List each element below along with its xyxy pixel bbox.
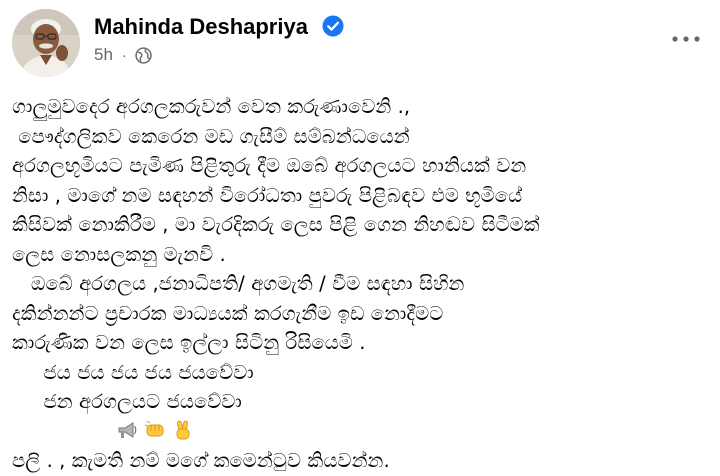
post-closing-line: පලි . , කැමති නම් මගේ කමෙන්ටුව කියවන්න. [12,449,390,472]
meta-separator: · [121,46,127,64]
post-line: ලෙස නොසලකනු මැනවි . [12,242,226,266]
more-options-icon[interactable] [670,30,702,48]
author-avatar[interactable] [12,9,80,77]
fist-emoji [144,420,164,436]
post-line: ඔබේ අරගලය ,ජනාධිපති/ අගමැති / වීම සඳහා ස… [12,272,465,295]
post-line: කාරුණික වන ලෙස ඉල්ලා සිටිනු රිසියෙමි . [12,331,366,354]
post-line: නිසා , මාගේ නම සඳහන් විරෝධතා පුවරු පිළිබ… [12,183,523,207]
post-line: ගාලුමුවදෙර අරගලකරුවන් වෙත කරුණාවෙනි ., [12,95,411,118]
verified-badge-icon [322,15,344,37]
author-name[interactable]: Mahinda Deshapriya [94,14,308,40]
post-meta: 5h · [94,45,152,65]
post-line: ජය ජය ජය ජය ජයවේවා [12,360,254,384]
post-line: පෞද්ගලිකව කෙරෙන මඩ ගැසීම් සම්බන්ධයෙන් [12,124,410,148]
post-line: දකින්නන්ට ප්‍රචාරක මාධ්‍යයක් කරගැනීම ඉඩ … [12,301,444,325]
globe-icon[interactable] [135,46,152,64]
post-line: ජන අරගලයට ජයවේවා [12,390,242,413]
victory-hand-emoji [176,420,190,439]
post-line: අරගලභූමියට පැමිණ පිළිතුරු දීම ඔබේ අරගලයට… [12,154,527,177]
loudspeaker-emoji [118,421,137,438]
emoji-row [12,417,712,447]
post-header: Mahinda Deshapriya 5h · [0,0,720,90]
post-text: ගාලුමුවදෙර අරගලකරුවන් වෙත කරුණාවෙනි ., ප… [12,92,712,476]
post-line: කිසිවක් නොකිරීම , මා වැරදිකරු ලෙස පිළි ග… [12,213,540,236]
post-timestamp[interactable]: 5h [94,45,113,65]
